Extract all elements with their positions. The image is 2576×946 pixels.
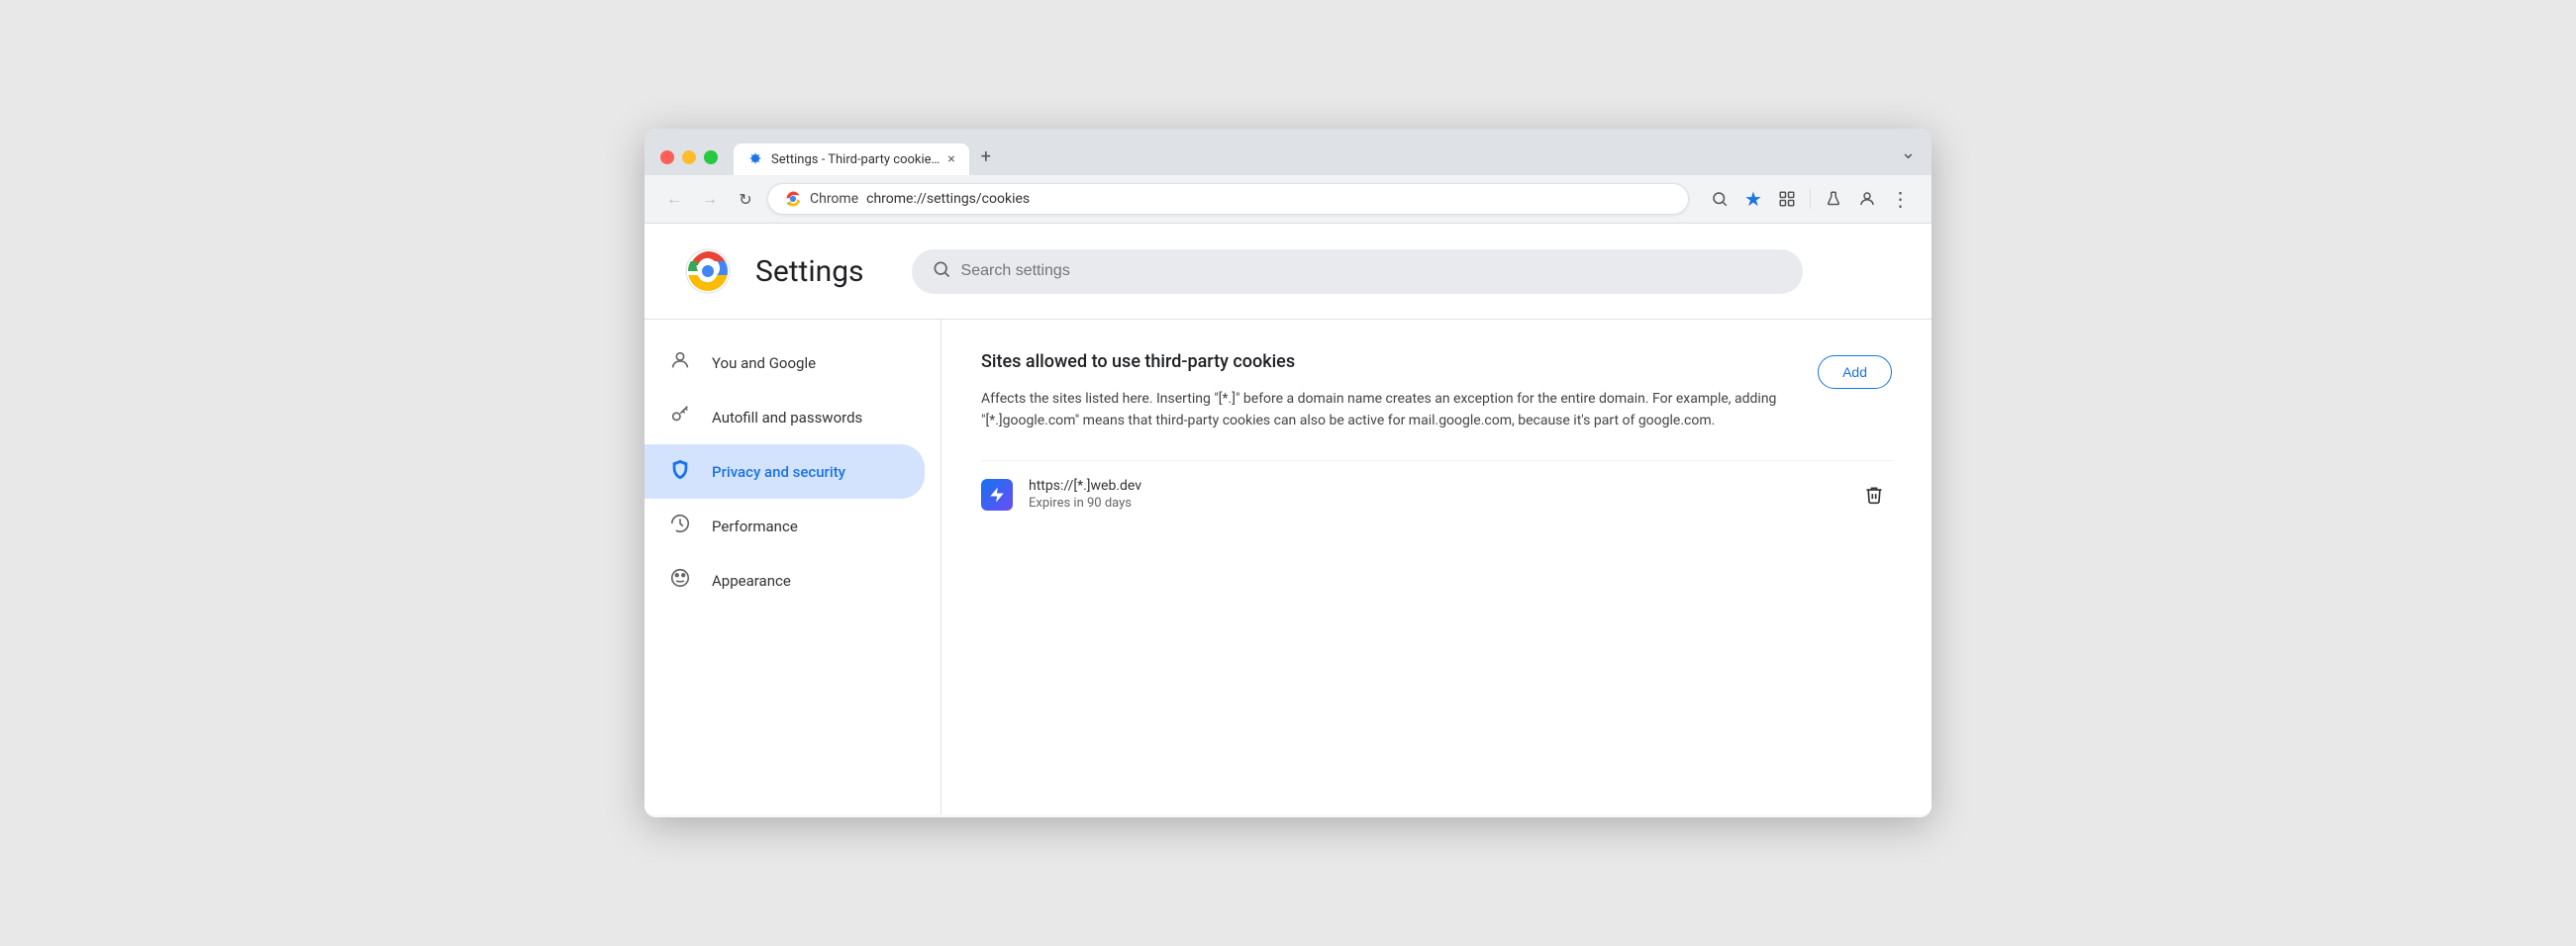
sidebar-label-you-and-google: You and Google [712, 354, 816, 372]
chrome-icon [784, 190, 802, 208]
sidebar-label-appearance: Appearance [712, 572, 791, 590]
sidebar-label-performance: Performance [712, 518, 798, 535]
extension-icon [1778, 190, 1796, 208]
browser-window: Settings - Third-party cookie… × + ⌄ ← →… [644, 129, 1932, 817]
search-button[interactable] [1705, 184, 1734, 214]
main-layout: You and Google Autofill and passwords [644, 320, 1932, 814]
trash-icon [1864, 485, 1884, 505]
search-input[interactable] [961, 262, 1783, 280]
tab-close-button[interactable]: × [947, 151, 954, 167]
key-icon [668, 404, 692, 430]
lab-icon [1825, 190, 1842, 208]
tab-title: Settings - Third-party cookie… [771, 152, 940, 167]
site-row: https://[*.]web.dev Expires in 90 days [981, 460, 1892, 528]
settings-tab-icon [747, 151, 763, 167]
content-area: Sites allowed to use third-party cookies… [941, 320, 1932, 814]
sidebar: You and Google Autofill and passwords [644, 320, 941, 814]
active-tab[interactable]: Settings - Third-party cookie… × [734, 143, 969, 175]
sidebar-item-privacy[interactable]: Privacy and security [644, 444, 925, 499]
section-description: Affects the sites listed here. Inserting… [981, 388, 1778, 432]
minimize-window-button[interactable] [682, 150, 696, 164]
address-bar[interactable]: Chrome chrome://settings/cookies [767, 183, 1689, 215]
sidebar-item-autofill[interactable]: Autofill and passwords [644, 390, 925, 444]
section-title: Sites allowed to use third-party cookies [981, 351, 1778, 372]
labs-button[interactable] [1819, 184, 1848, 214]
profile-icon [1858, 190, 1876, 208]
close-window-button[interactable] [660, 150, 674, 164]
search-bar[interactable] [912, 249, 1803, 294]
search-icon [1711, 190, 1729, 208]
profile-button[interactable] [1852, 184, 1882, 214]
site-favicon [981, 479, 1013, 511]
back-button[interactable]: ← [660, 185, 688, 213]
url-display: chrome://settings/cookies [866, 191, 1672, 207]
site-expiry: Expires in 90 days [1029, 496, 1840, 511]
delete-site-button[interactable] [1856, 477, 1892, 513]
extension-button[interactable] [1772, 184, 1802, 214]
search-bar-icon [932, 259, 951, 284]
appearance-icon [668, 567, 692, 594]
person-icon [668, 349, 692, 376]
settings-logo-icon [684, 247, 732, 295]
settings-header: Settings [644, 224, 1932, 320]
new-tab-button[interactable]: + [971, 139, 1001, 175]
performance-icon [668, 513, 692, 539]
content-header-text: Sites allowed to use third-party cookies… [981, 351, 1778, 432]
sidebar-label-privacy: Privacy and security [712, 463, 845, 481]
shield-icon [668, 458, 692, 485]
forward-button[interactable]: → [696, 185, 724, 213]
nav-actions: ★ ⋮ [1705, 184, 1916, 214]
traffic-lights [660, 150, 718, 164]
sidebar-item-performance[interactable]: Performance [644, 499, 925, 553]
nav-bar: ← → ↻ Chrome chrome://settings/cookies [644, 175, 1932, 224]
maximize-window-button[interactable] [704, 150, 718, 164]
sidebar-item-appearance[interactable]: Appearance [644, 553, 925, 608]
bookmark-star-button[interactable]: ★ [1738, 184, 1768, 214]
sidebar-label-autofill: Autofill and passwords [712, 409, 862, 426]
title-bar: Settings - Third-party cookie… × + ⌄ [644, 129, 1932, 175]
settings-title: Settings [755, 254, 864, 289]
site-info: https://[*.]web.dev Expires in 90 days [1029, 478, 1840, 511]
add-button[interactable]: Add [1818, 355, 1892, 389]
menu-button[interactable]: ⋮ [1886, 184, 1916, 214]
site-url: https://[*.]web.dev [1029, 478, 1840, 494]
nav-divider [1810, 189, 1811, 209]
content-header: Sites allowed to use third-party cookies… [981, 351, 1892, 432]
refresh-button[interactable]: ↻ [732, 185, 759, 213]
sidebar-item-you-and-google[interactable]: You and Google [644, 335, 925, 390]
chrome-label: Chrome [810, 191, 858, 207]
page-content: Settings Y [644, 224, 1932, 817]
window-dropdown-button[interactable]: ⌄ [1901, 142, 1916, 171]
tab-bar: Settings - Third-party cookie… × + [734, 139, 1889, 175]
